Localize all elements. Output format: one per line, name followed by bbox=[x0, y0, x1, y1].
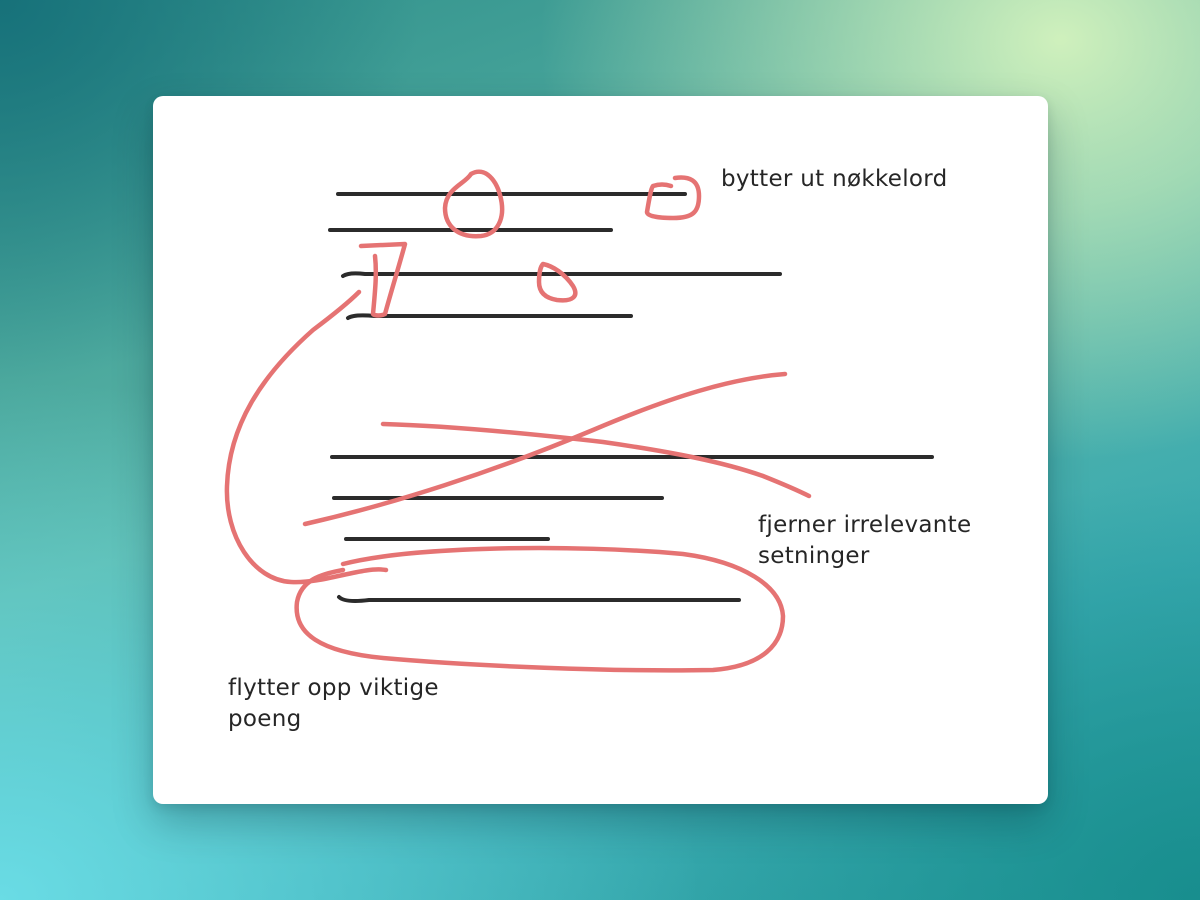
key-point-loop bbox=[294, 545, 786, 673]
keyword-square bbox=[536, 261, 578, 303]
label-line: flytter opp viktige bbox=[228, 675, 439, 701]
pen-annotations bbox=[224, 169, 812, 673]
label-line: fjerner irrelevante bbox=[758, 512, 972, 538]
arrow-head bbox=[358, 241, 408, 318]
keyword-circle bbox=[442, 169, 505, 239]
label-line: bytter ut nøkkelord bbox=[721, 166, 948, 192]
label-replace-keywords: bytter ut nøkkelord bbox=[721, 164, 948, 195]
label-line: poeng bbox=[228, 706, 302, 732]
sketch-card: bytter ut nøkkelord fjerner irrelevante … bbox=[153, 96, 1048, 804]
label-move-up-points: flytter opp viktige poeng bbox=[228, 673, 439, 735]
text-line bbox=[337, 595, 741, 603]
keyword-square bbox=[644, 175, 702, 221]
text-line bbox=[346, 313, 633, 320]
label-line: setninger bbox=[758, 543, 870, 569]
label-remove-irrelevant: fjerner irrelevante setninger bbox=[758, 510, 971, 572]
cross-out-stroke bbox=[302, 371, 788, 527]
